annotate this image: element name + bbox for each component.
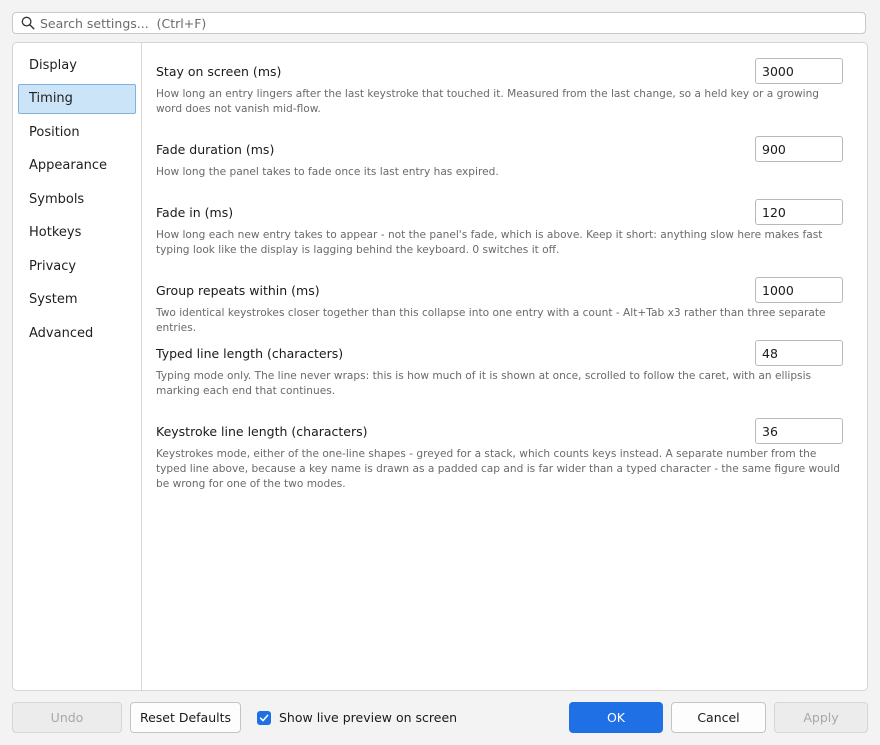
settings-panel: Display Timing Position Appearance Symbo… [12,42,868,691]
setting-title: Group repeats within (ms) [156,282,320,298]
setting-title: Stay on screen (ms) [156,63,282,79]
sidebar-item-timing[interactable]: Timing [18,83,136,114]
live-preview-label: Show live preview on screen [279,710,458,725]
setting-description: Typing mode only. The line never wraps: … [156,370,812,397]
keystroke-line-length-input[interactable] [755,418,843,444]
apply-button[interactable]: Apply [774,702,868,733]
setting-title: Keystroke line length (characters) [156,423,368,439]
setting-description: Keystrokes mode, either of the one-line … [156,448,840,490]
sidebar-item-position[interactable]: Position [18,117,136,147]
cancel-button[interactable]: Cancel [671,702,766,733]
sidebar-item-display[interactable]: Display [18,50,136,80]
timing-settings: Stay on screen (ms) How long an entry li… [142,43,867,690]
setting-title: Fade duration (ms) [156,141,275,157]
setting-description: How long the panel takes to fade once it… [156,166,499,178]
group-repeats-input[interactable] [755,277,843,303]
setting-description: How long each new entry takes to appear … [156,229,823,256]
reset-defaults-button[interactable]: Reset Defaults [130,702,241,733]
sidebar-item-symbols[interactable]: Symbols [18,184,136,214]
ok-button[interactable]: OK [569,702,663,733]
setting-title: Fade in (ms) [156,204,234,220]
checkbox-checked-icon[interactable] [257,710,271,725]
setting-keystroke-line-length: Keystroke line length (characters) Keyst… [156,418,843,492]
setting-title: Typed line length (characters) [156,345,344,361]
search-input[interactable] [40,13,865,33]
typed-line-length-input[interactable] [755,340,843,366]
stay-on-screen-input[interactable] [755,58,843,84]
setting-fade-duration: Fade duration (ms) How long the panel ta… [156,136,843,180]
setting-fade-in: Fade in (ms) How long each new entry tak… [156,199,843,258]
setting-description: Two identical keystrokes closer together… [156,307,826,334]
undo-button[interactable]: Undo [12,702,122,733]
fade-in-input[interactable] [755,199,843,225]
search-icon [21,16,35,30]
sidebar-item-system[interactable]: System [18,285,136,315]
sidebar-item-appearance[interactable]: Appearance [18,151,136,181]
setting-typed-line-length: Typed line length (characters) Typing mo… [156,340,843,399]
sidebar-item-hotkeys[interactable]: Hotkeys [18,218,136,248]
setting-group-repeats: Group repeats within (ms) Two identical … [156,277,843,336]
sidebar-item-privacy[interactable]: Privacy [18,251,136,281]
live-preview-toggle[interactable]: Show live preview on screen [257,710,457,725]
category-sidebar: Display Timing Position Appearance Symbo… [13,43,142,690]
fade-duration-input[interactable] [755,136,843,162]
setting-stay-on-screen: Stay on screen (ms) How long an entry li… [156,58,843,117]
sidebar-item-advanced[interactable]: Advanced [18,318,136,348]
search-box[interactable] [12,12,866,34]
setting-description: How long an entry lingers after the last… [156,88,820,115]
